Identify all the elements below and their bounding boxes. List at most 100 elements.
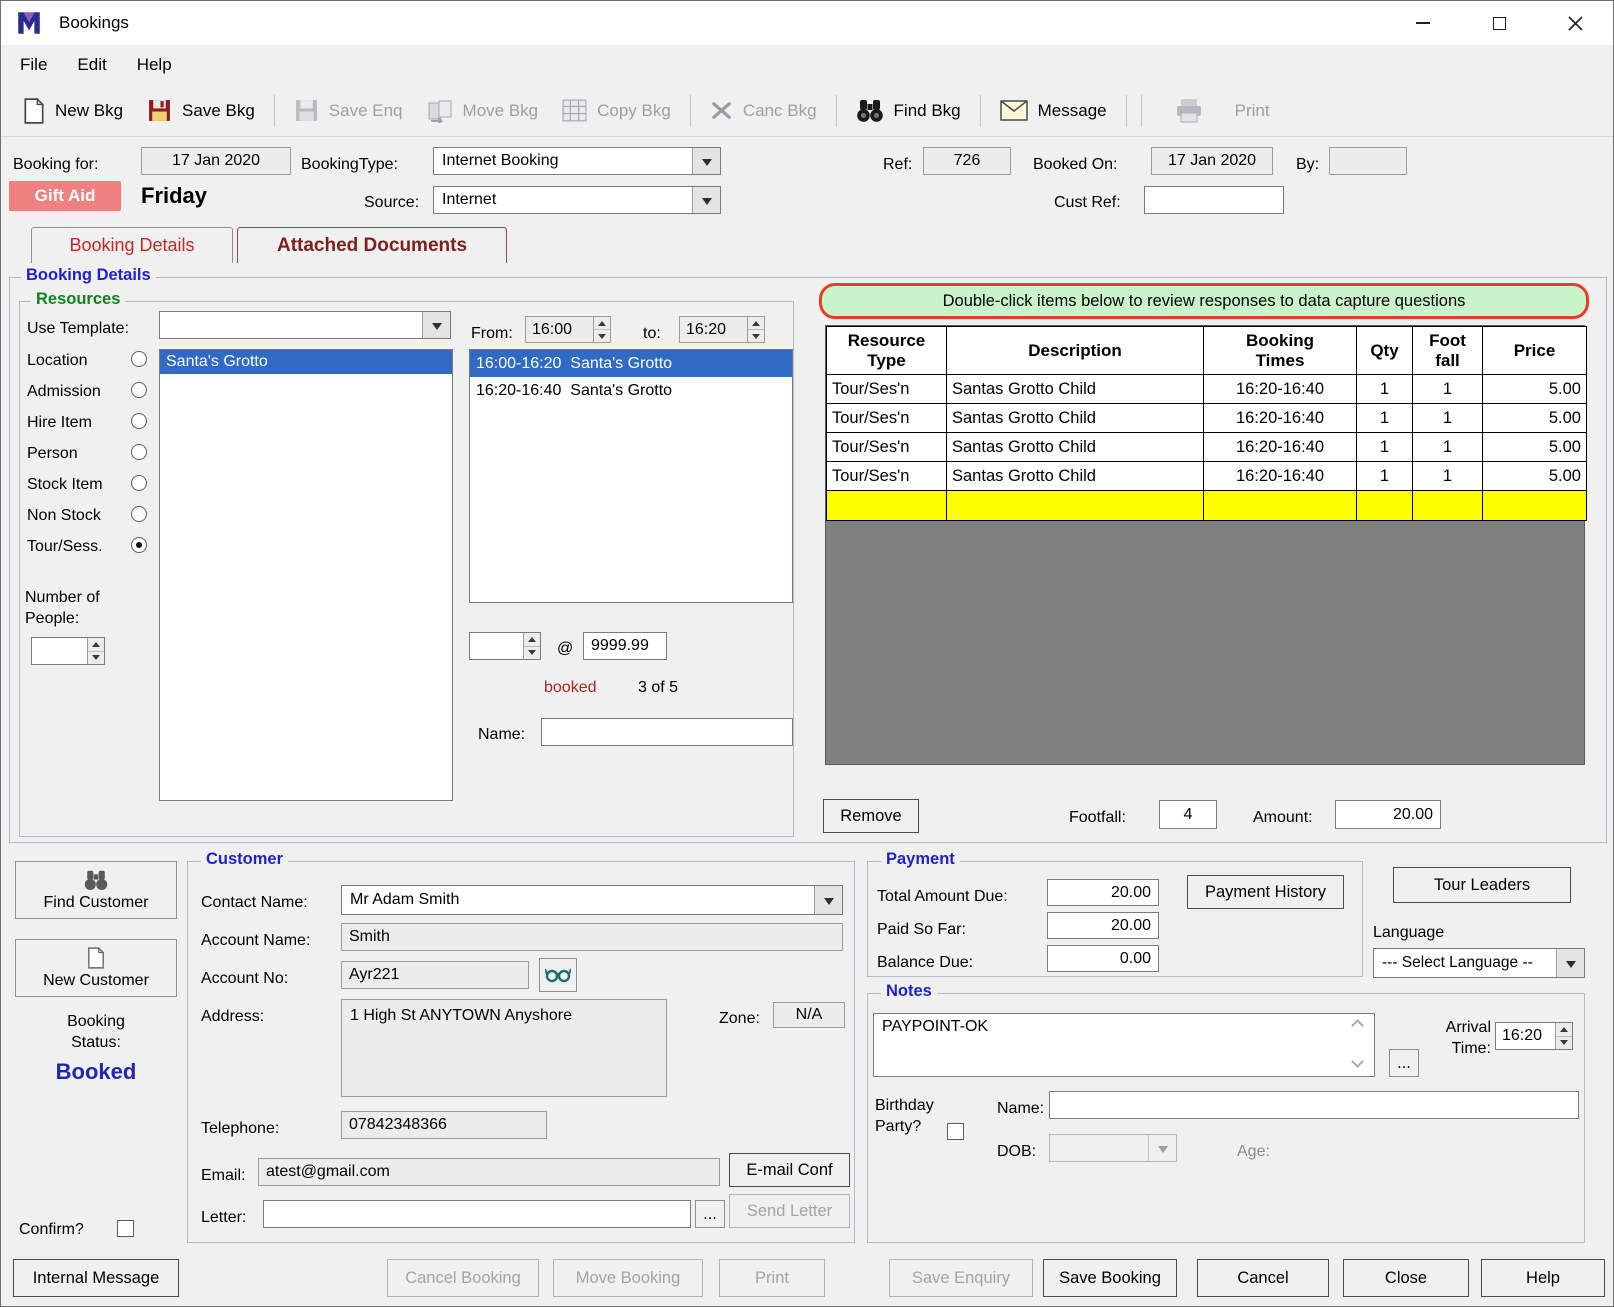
radio-hire-item[interactable]	[131, 413, 147, 429]
cell-description[interactable]: Santas Grotto Child	[946, 432, 1204, 462]
table-row[interactable]: Tour/Ses'n Santas Grotto Child 16:20-16:…	[826, 403, 1587, 433]
cell-price[interactable]: 5.00	[1482, 403, 1587, 433]
cell-resource-type[interactable]: Tour/Ses'n	[826, 461, 947, 491]
people-spin-down-button[interactable]	[88, 651, 104, 664]
cell-footfall[interactable]: 1	[1412, 403, 1483, 433]
cell-description[interactable]: Santas Grotto Child	[946, 374, 1204, 404]
booking-type-select[interactable]: Internet Booking	[433, 147, 721, 175]
cust-ref-field[interactable]	[1144, 186, 1284, 214]
radio-person[interactable]	[131, 444, 147, 460]
cell-qty[interactable]: 1	[1356, 374, 1413, 404]
use-template-dropdown-button[interactable]	[422, 312, 450, 338]
menu-help[interactable]: Help	[122, 55, 187, 75]
quantity-stepper[interactable]	[469, 632, 541, 660]
table-row[interactable]: Tour/Ses'n Santas Grotto Child 16:20-16:…	[826, 461, 1587, 491]
arrival-time-stepper[interactable]: 16:20	[1495, 1022, 1573, 1050]
total-amount-due-field[interactable]: 20.00	[1047, 879, 1159, 906]
letter-field[interactable]	[263, 1200, 691, 1228]
new-customer-button[interactable]: New Customer	[15, 939, 177, 997]
cell-description[interactable]: Santas Grotto Child	[946, 403, 1204, 433]
find-booking-button[interactable]: Find Bkg	[844, 93, 973, 128]
notes-browse-button[interactable]: ...	[1389, 1049, 1419, 1077]
internal-message-button[interactable]: Internal Message	[13, 1259, 179, 1297]
to-time-stepper[interactable]: 16:20	[679, 316, 765, 343]
source-dropdown-button[interactable]	[692, 187, 720, 213]
session-list-item[interactable]: 16:00-16:20 Santa's Grotto	[470, 350, 792, 377]
number-of-people-stepper[interactable]	[31, 637, 105, 665]
to-spin-down-button[interactable]	[748, 330, 764, 342]
new-entry-cell[interactable]	[826, 490, 947, 521]
tab-booking-details[interactable]: Booking Details	[31, 227, 233, 263]
tab-attached-documents[interactable]: Attached Documents	[237, 227, 507, 263]
cell-resource-type[interactable]: Tour/Ses'n	[826, 374, 947, 404]
cell-footfall[interactable]: 1	[1412, 432, 1483, 462]
table-row[interactable]: Tour/Ses'n Santas Grotto Child 16:20-16:…	[826, 374, 1587, 404]
cell-footfall[interactable]: 1	[1412, 461, 1483, 491]
new-booking-button[interactable]: New Bkg	[11, 93, 135, 129]
radio-non-stock[interactable]	[131, 506, 147, 522]
close-form-button[interactable]: Close	[1343, 1259, 1469, 1297]
menu-file[interactable]: File	[5, 55, 62, 75]
cell-booking-times[interactable]: 16:20-16:40	[1203, 461, 1357, 491]
to-spin-up-button[interactable]	[748, 317, 764, 330]
contact-name-select[interactable]: Mr Adam Smith	[341, 885, 843, 915]
message-button[interactable]: Message	[988, 95, 1119, 126]
footfall-field[interactable]: 4	[1159, 800, 1217, 829]
radio-location[interactable]	[131, 351, 147, 367]
booking-type-dropdown-button[interactable]	[692, 148, 720, 174]
language-dropdown-button[interactable]	[1556, 949, 1584, 977]
session-list-item[interactable]: 16:20-16:40 Santa's Grotto	[470, 377, 792, 404]
cell-price[interactable]: 5.00	[1482, 432, 1587, 462]
menu-edit[interactable]: Edit	[62, 55, 121, 75]
max-price-field[interactable]: 9999.99	[583, 632, 667, 660]
close-button[interactable]	[1537, 1, 1613, 45]
cell-description[interactable]: Santas Grotto Child	[946, 461, 1204, 491]
resource-list-item[interactable]: Santa's Grotto	[160, 350, 452, 374]
email-conf-button[interactable]: E-mail Conf	[729, 1153, 850, 1187]
new-entry-cell[interactable]	[1412, 490, 1483, 521]
cell-booking-times[interactable]: 16:20-16:40	[1203, 432, 1357, 462]
cell-booking-times[interactable]: 16:20-16:40	[1203, 403, 1357, 433]
new-entry-cell[interactable]	[1482, 490, 1587, 521]
from-time-stepper[interactable]: 16:00	[525, 316, 611, 343]
contact-name-dropdown-button[interactable]	[814, 886, 842, 914]
birthday-party-checkbox[interactable]	[947, 1123, 964, 1140]
find-customer-button[interactable]: Find Customer	[15, 861, 177, 919]
new-entry-cell[interactable]	[1203, 490, 1357, 521]
cell-qty[interactable]: 1	[1356, 461, 1413, 491]
birthday-name-field[interactable]	[1049, 1091, 1579, 1119]
tour-leaders-button[interactable]: Tour Leaders	[1393, 867, 1571, 903]
quantity-spin-down-button[interactable]	[524, 646, 540, 659]
people-spin-up-button[interactable]	[88, 638, 104, 652]
cell-price[interactable]: 5.00	[1482, 461, 1587, 491]
letter-browse-button[interactable]: ...	[695, 1200, 725, 1228]
balance-due-field[interactable]: 0.00	[1047, 945, 1159, 972]
new-entry-cell[interactable]	[1356, 490, 1413, 521]
cancel-button[interactable]: Cancel	[1197, 1259, 1329, 1297]
arrival-spin-up-button[interactable]	[1556, 1023, 1572, 1037]
new-entry-cell[interactable]	[946, 490, 1204, 521]
from-spin-up-button[interactable]	[594, 317, 610, 330]
account-lookup-button[interactable]	[539, 958, 577, 992]
table-row[interactable]: Tour/Ses'n Santas Grotto Child 16:20-16:…	[826, 432, 1587, 462]
arrival-spin-down-button[interactable]	[1556, 1036, 1572, 1049]
amount-field[interactable]: 20.00	[1335, 800, 1441, 829]
radio-tour-sess[interactable]	[131, 537, 147, 553]
resource-name-field[interactable]	[541, 718, 793, 746]
save-booking-toolbar-button[interactable]: Save Bkg	[135, 93, 267, 128]
gift-aid-button[interactable]: Gift Aid	[9, 181, 121, 211]
use-template-select[interactable]	[159, 311, 451, 339]
new-entry-row[interactable]	[826, 490, 1587, 521]
notes-textarea[interactable]: PAYPOINT-OK	[873, 1013, 1375, 1077]
radio-stock-item[interactable]	[131, 475, 147, 491]
cell-qty[interactable]: 1	[1356, 432, 1413, 462]
help-button[interactable]: Help	[1481, 1259, 1605, 1297]
language-select[interactable]: --- Select Language --	[1373, 948, 1585, 978]
from-spin-down-button[interactable]	[594, 330, 610, 342]
confirm-checkbox[interactable]	[117, 1220, 134, 1237]
cell-qty[interactable]: 1	[1356, 403, 1413, 433]
payment-history-button[interactable]: Payment History	[1187, 875, 1344, 909]
quantity-spin-up-button[interactable]	[524, 633, 540, 647]
save-booking-button[interactable]: Save Booking	[1043, 1259, 1177, 1297]
cell-resource-type[interactable]: Tour/Ses'n	[826, 432, 947, 462]
